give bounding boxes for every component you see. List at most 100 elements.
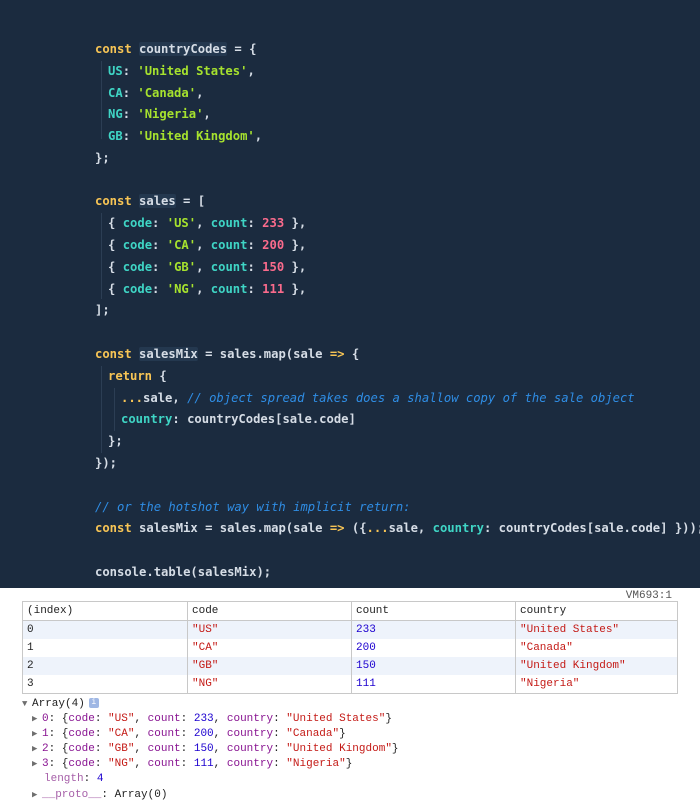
code-token: });: [95, 456, 118, 470]
code-line: };: [95, 148, 110, 168]
expand-triangle-icon[interactable]: ▶: [32, 712, 42, 727]
column-header-code[interactable]: code: [187, 601, 352, 621]
code-token: table: [153, 565, 191, 579]
code-token: // or the hotshot way with implicit retu…: [95, 500, 411, 514]
code-token: code: [319, 412, 349, 426]
item-index: 3: [42, 758, 49, 770]
code-token: .: [146, 565, 154, 579]
tree-item[interactable]: ▶ 3: {code: "NG", count: 111, country: "N…: [32, 757, 352, 772]
tree-item[interactable]: ▶ 0: {code: "US", count: 233, country: "U…: [32, 712, 392, 727]
punct: :: [273, 713, 287, 725]
punct: ,: [213, 728, 227, 740]
code-token: :: [247, 216, 263, 230]
key-country: country: [226, 758, 274, 770]
indent-guide: [101, 213, 102, 299]
code-token: country: [432, 521, 484, 535]
code-token: };: [108, 434, 123, 448]
code-token: const: [95, 194, 140, 208]
value-country: "Nigeria": [286, 758, 346, 770]
punct: ,: [213, 743, 227, 755]
code-token: sale: [282, 412, 312, 426]
code-token: country: [121, 412, 173, 426]
code-token: 'United Kingdom': [137, 129, 255, 143]
punct: :: [180, 713, 194, 725]
code-token: {: [351, 347, 360, 361]
code-token: count: [210, 238, 248, 252]
punct: ,: [134, 758, 148, 770]
code-line: const sales = [: [95, 191, 205, 211]
punct: :: [273, 743, 287, 755]
code-token: const: [95, 521, 140, 535]
key-code: code: [68, 728, 95, 740]
code-line: US: 'United States',: [108, 61, 255, 81]
code-token: {: [159, 369, 167, 383]
code-token: GB: [108, 129, 123, 143]
code-line: const salesMix = sales.map(sale => ({...…: [95, 518, 700, 538]
table-cell: "Nigeria": [515, 675, 678, 694]
column-header-country[interactable]: country: [515, 601, 678, 621]
code-line: GB: 'United Kingdom',: [108, 126, 262, 146]
expand-triangle-icon[interactable]: ▶: [32, 788, 42, 803]
code-token: {: [108, 216, 123, 230]
code-token: :: [122, 129, 138, 143]
table-cell: 150: [351, 657, 516, 675]
indent-guide: [114, 388, 115, 431]
code-token: 'United States': [137, 64, 248, 78]
table-cell: "CA": [187, 639, 352, 657]
tree-item[interactable]: ▶ 2: {code: "GB", count: 150, country: "U…: [32, 742, 399, 757]
key-count: count: [147, 713, 181, 725]
column-header-count[interactable]: count: [351, 601, 516, 621]
expand-triangle-icon[interactable]: ▶: [32, 757, 42, 772]
code-token: ]: [348, 412, 356, 426]
code-token: ,: [254, 129, 263, 143]
code-token: {: [108, 282, 123, 296]
item-index: 2: [42, 743, 49, 755]
code-token: ,: [172, 391, 188, 405]
table-cell: "Canada": [515, 639, 678, 657]
code-token: salesMix: [197, 565, 257, 579]
value-count: 233: [193, 713, 214, 725]
expand-triangle-icon[interactable]: ▶: [32, 727, 42, 742]
tree-root-label[interactable]: Array(4): [32, 698, 85, 710]
code-token: sale: [143, 391, 173, 405]
proto-key[interactable]: __proto__: [42, 789, 101, 801]
punct: ,: [213, 758, 227, 770]
punct: ,: [134, 743, 148, 755]
table-cell: "United Kingdom": [515, 657, 678, 675]
code-token: map: [263, 521, 286, 535]
expand-triangle-icon[interactable]: ▶: [32, 742, 42, 757]
code-token: [: [586, 521, 595, 535]
tree-proto[interactable]: ▶ __proto__: Array(0): [32, 788, 167, 803]
code-line: const salesMix = sales.map(sale => {: [95, 344, 359, 364]
table-cell: 111: [351, 675, 516, 694]
key-code: code: [68, 713, 95, 725]
code-token: countryCodes: [498, 521, 587, 535]
column-header-index[interactable]: (index): [22, 601, 188, 621]
table-cell: "US": [187, 620, 352, 639]
tree-item[interactable]: ▶ 1: {code: "CA", count: 200, country: "C…: [32, 727, 346, 742]
code-token: },: [284, 238, 307, 252]
key-count: count: [147, 758, 181, 770]
code-line: });: [95, 453, 117, 473]
code-token: count: [210, 260, 248, 274]
code-token: count: [210, 282, 248, 296]
code-token: :: [247, 238, 263, 252]
code-line: ];: [95, 300, 110, 320]
code-token: sale: [594, 521, 624, 535]
code-token: :: [152, 238, 167, 252]
info-icon[interactable]: i: [88, 698, 99, 709]
value-code: "GB": [108, 743, 135, 755]
code-token: :: [152, 216, 167, 230]
code-token: salesMix: [139, 521, 198, 535]
code-editor[interactable]: const countryCodes = {US: 'United States…: [0, 0, 700, 588]
code-token: ,: [196, 216, 211, 230]
table-cell: "United States": [515, 620, 678, 639]
code-token: };: [95, 151, 110, 165]
console-table: (index) code count country 0 "US" 233 "Unit…: [22, 601, 678, 694]
code-token: code: [122, 282, 153, 296]
code-token: :: [247, 260, 263, 274]
collapse-triangle-icon[interactable]: ▼: [22, 697, 32, 712]
code-token: ,: [203, 107, 211, 121]
tree-root[interactable]: ▼ Array(4) i: [22, 697, 99, 712]
code-token: ,: [196, 238, 211, 252]
